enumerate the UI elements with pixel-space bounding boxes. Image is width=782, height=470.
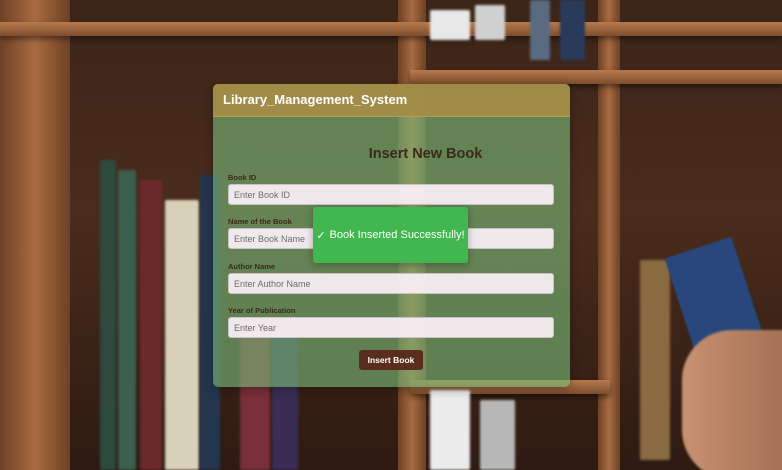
checkmark-icon: ✓ [316, 229, 326, 242]
insert-book-button[interactable]: Insert Book [359, 350, 423, 370]
author-name-input[interactable] [228, 273, 554, 294]
book-id-input[interactable] [228, 184, 554, 205]
form-title: Insert New Book [368, 146, 483, 162]
year-label: Year of Publication [228, 306, 296, 315]
book-id-field-group: Book ID [228, 173, 554, 205]
success-toast: ✓ Book Inserted Successfully! [313, 207, 468, 263]
app-title-bar: Library_Management_System [213, 84, 570, 117]
toast-message: Book Inserted Successfully! [329, 229, 465, 241]
book-id-label: Book ID [228, 173, 257, 182]
year-field-group: Year of Publication [228, 306, 554, 338]
author-name-label: Author Name [228, 262, 276, 271]
app-title: Library_Management_System [223, 92, 408, 107]
author-name-field-group: Author Name [228, 262, 554, 294]
year-input[interactable] [228, 317, 554, 338]
